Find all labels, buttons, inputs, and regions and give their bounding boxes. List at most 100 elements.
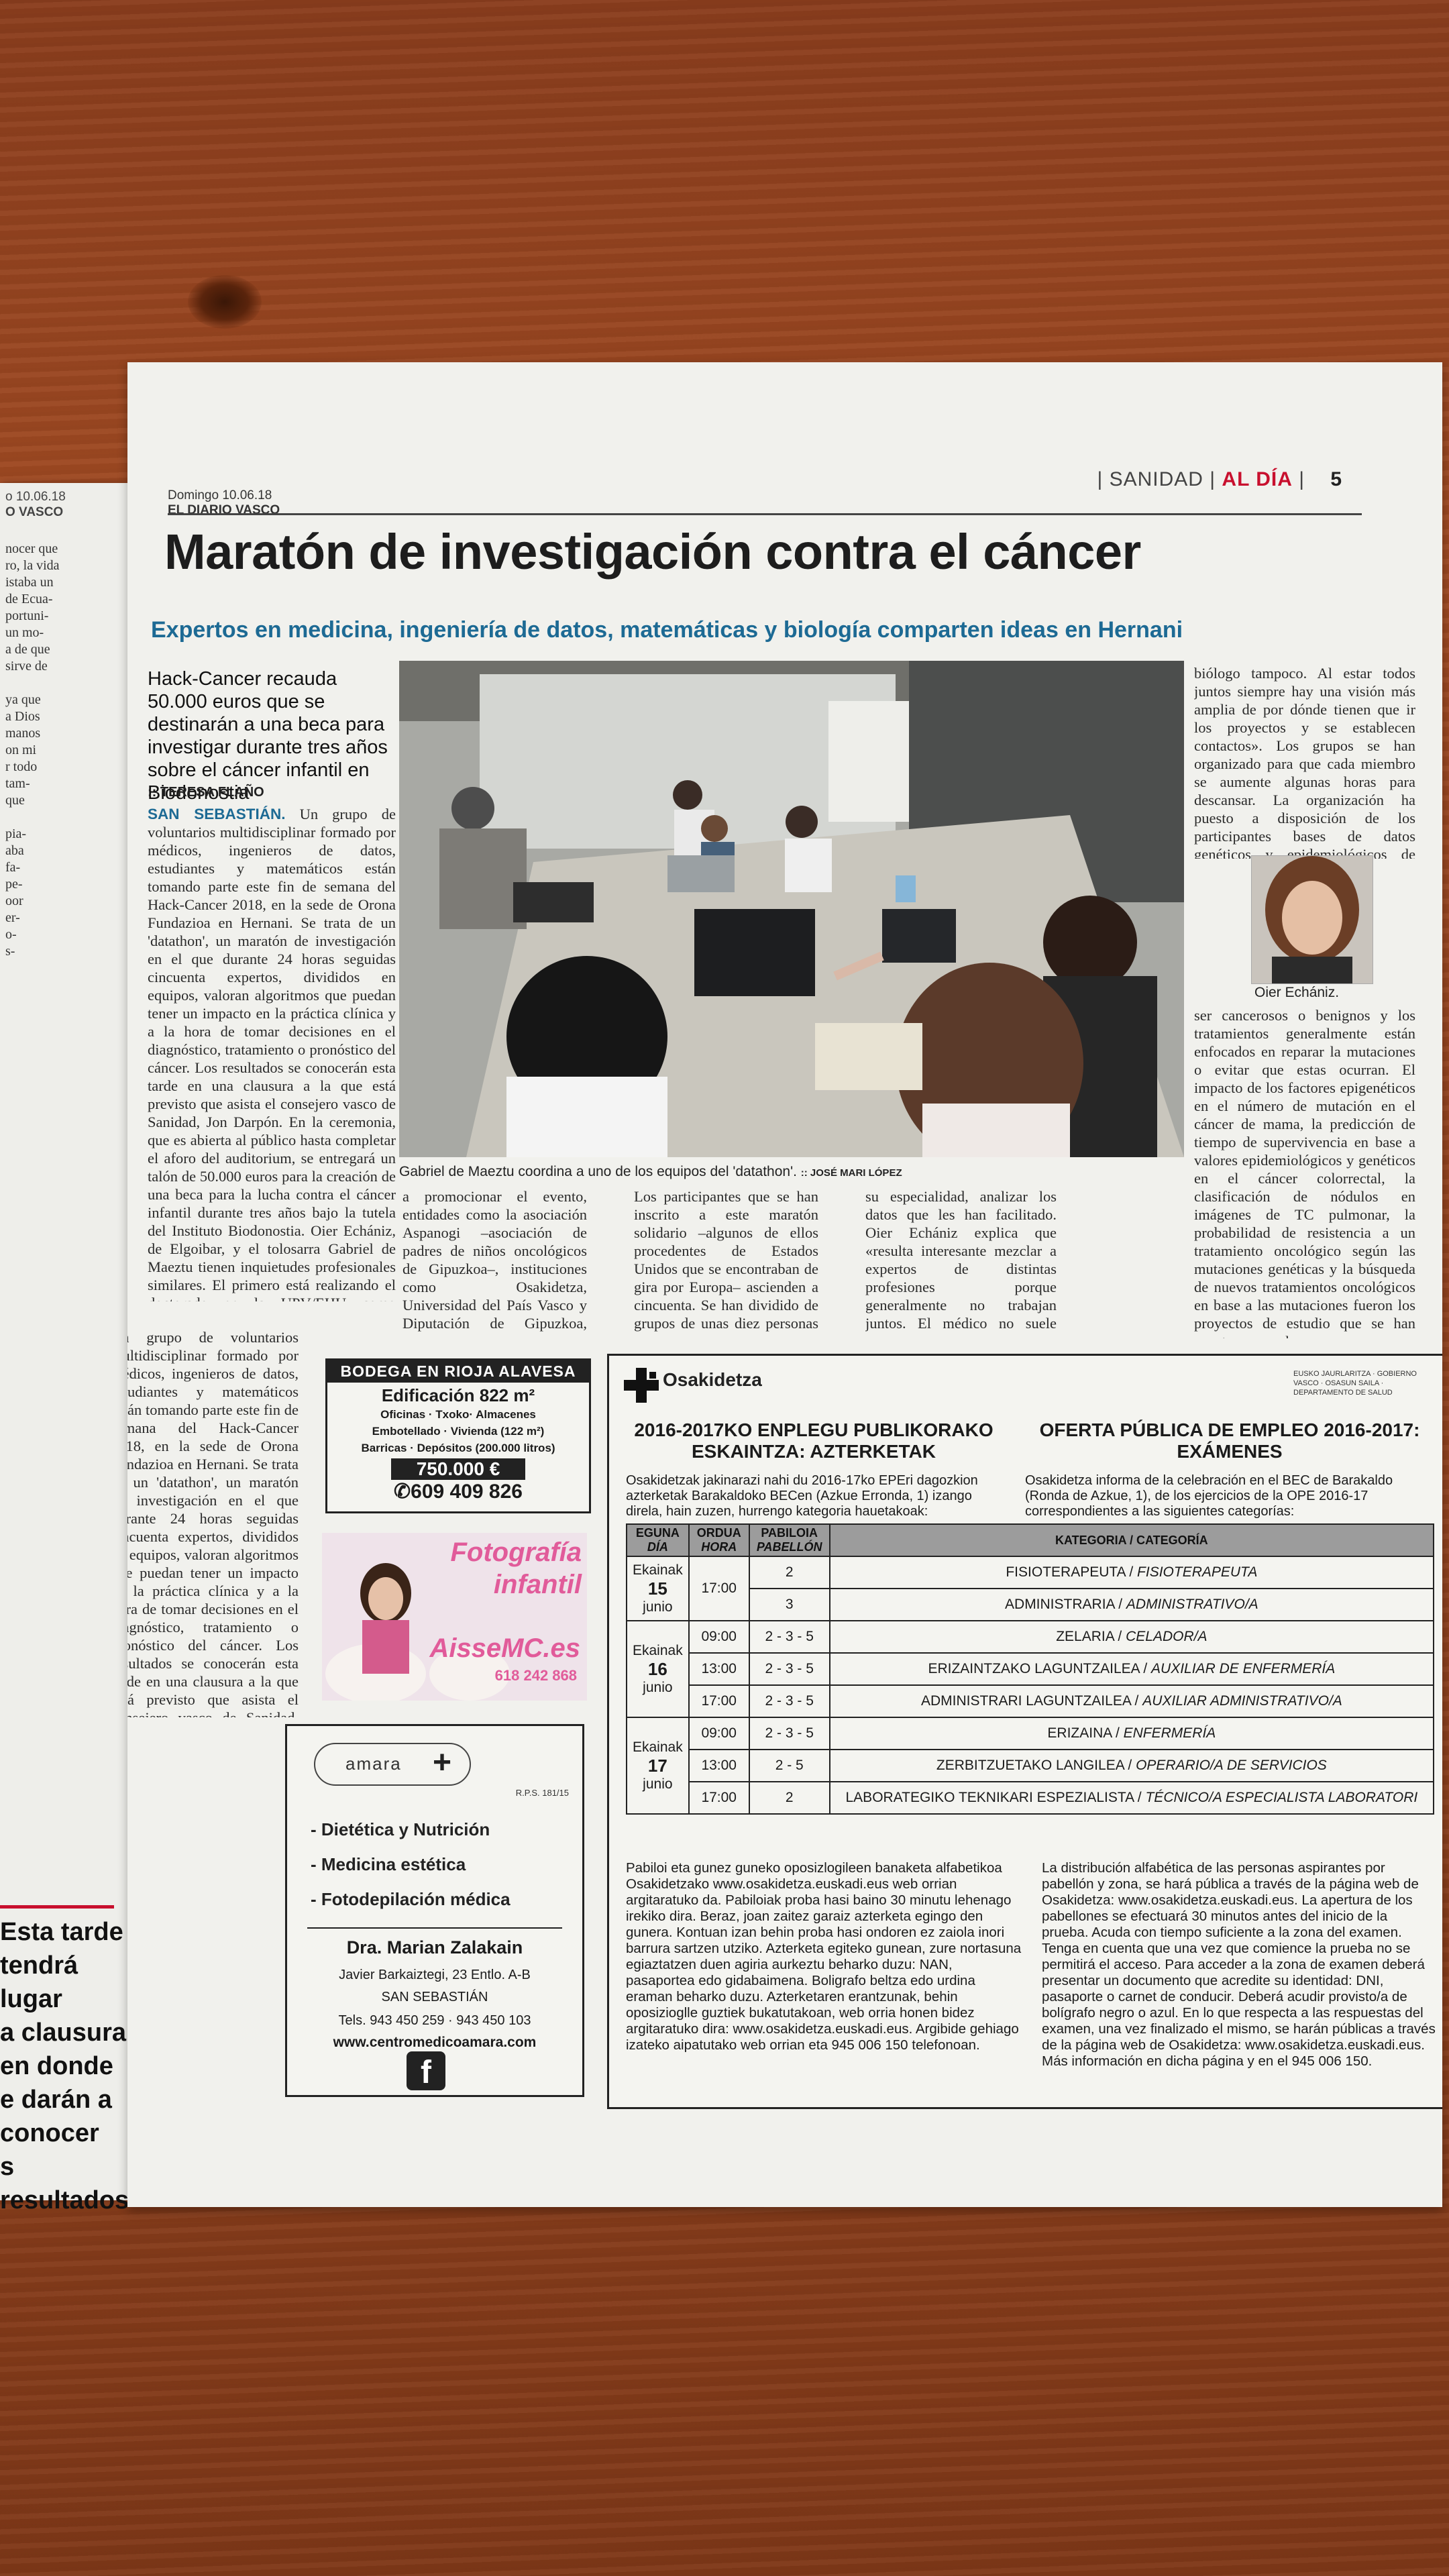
table-row: 17:00 2 - 3 - 5 ADMINISTRARI LAGUNTZAILEA …: [627, 1684, 1435, 1718]
article-photo: [399, 661, 1184, 1157]
day-num: 16: [647, 1658, 667, 1679]
amara-address: Javier Barkaiztegi, 23 Entlo. A-B: [339, 1968, 531, 1982]
amara-web: www.centromedicoamara.com: [333, 2035, 537, 2050]
th-hour-es: HORA: [701, 1540, 737, 1554]
th-pav-eu: PABILOIA: [761, 1526, 818, 1540]
ad-bodega: BODEGA EN RIOJA ALAVESA Edificación 822 …: [325, 1358, 591, 1513]
category-es: TÉCNICO/A ESPECIALISTA LABORATORI: [1145, 1790, 1418, 1805]
amara-services: - Dietética y Nutrición - Medicina estét…: [311, 1812, 511, 1917]
amara-service-item: - Dietética y Nutrición: [311, 1819, 490, 1839]
day-month: junio: [643, 1599, 673, 1615]
day-month: junio: [643, 1776, 673, 1792]
section-name: SANIDAD: [1109, 468, 1203, 490]
category-separator: /: [1133, 1790, 1146, 1805]
pavilion-cell: 2: [748, 1556, 830, 1589]
article-column-1-cont: Un grupo de voluntarios multidisciplinar…: [127, 1328, 299, 1717]
newspaper-page: Domingo 10.06.18 EL DIARIO VASCO | SANID…: [127, 362, 1442, 2207]
article-subhead: Expertos en medicina, ingeniería de dato…: [151, 617, 1183, 643]
caption-text: Gabriel de Maeztu coordina a uno de los …: [399, 1164, 797, 1179]
category-eu: ERIZAINA: [1047, 1725, 1112, 1741]
portrait-photo: [1251, 855, 1373, 984]
bodega-price: 750.000 €: [391, 1458, 525, 1480]
category-cell: ERIZAINTZAKO LAGUNTZAILEA / AUXILIAR DE …: [828, 1652, 1435, 1686]
category-cell: ADMINISTRARIA / ADMINISTRATIVO/A: [828, 1588, 1435, 1621]
th-pav-es: PABELLÓN: [756, 1540, 822, 1554]
article-column-3: Los participantes que se han inscrito a …: [634, 1187, 818, 1335]
schedule-body: Ekainak 15 junio 17:00 2 FISIOTERAPEUTA / FIS…: [626, 1556, 1435, 1815]
category-eu: FISIOTERAPEUTA: [1006, 1564, 1126, 1580]
article-col5a-text: biólogo tampoco. Al estar todos juntos s…: [1194, 665, 1415, 859]
category-cell: LABORATEGIKO TEKNIKARI ESPEZIALISTA / TÉ…: [828, 1781, 1435, 1815]
category-separator: /: [1139, 1661, 1152, 1676]
table-row: 17:00 2 LABORATEGIKO TEKNIKARI ESPEZIALIST…: [627, 1781, 1435, 1815]
category-es: AUXILIAR DE ENFERMERÍA: [1151, 1661, 1336, 1676]
day-cell: Ekainak 16 junio: [626, 1620, 690, 1718]
day-num: 17: [647, 1755, 667, 1776]
photo-credit: :: JOSÉ MARI LÓPEZ: [800, 1167, 902, 1179]
hour-cell: 09:00: [688, 1620, 750, 1654]
plus-icon: +: [433, 1745, 453, 1780]
bodega-line2: Embotellado · Vivienda (122 m²): [372, 1425, 545, 1438]
facebook-icon: f: [407, 2051, 445, 2090]
amara-city: SAN SEBASTIÁN: [381, 1990, 488, 2004]
amara-service-item: - Medicina estética: [311, 1854, 466, 1874]
pavilion-cell: 2 - 3 - 5: [748, 1652, 830, 1686]
category-separator: /: [1112, 1725, 1124, 1741]
category-eu: LABORATEGIKO TEKNIKARI ESPEZIALISTA: [845, 1790, 1134, 1805]
bodega-phone: ✆609 409 826: [327, 1480, 589, 1503]
portrait-caption: Oier Echániz.: [1254, 985, 1340, 1000]
pullquote-line: s resultados: [0, 2153, 127, 2214]
pavilion-cell: 2 - 5: [748, 1749, 830, 1782]
category-es: ADMINISTRATIVO/A: [1126, 1597, 1258, 1612]
bodega-line1: Oficinas · Txoko· Almacenes: [380, 1408, 536, 1421]
th-hour-eu: ORDUA: [696, 1526, 741, 1540]
hour-cell: 17:00: [688, 1556, 750, 1621]
osakidetza-footer-eu: Pabiloi eta gunez guneko oposizlogileen …: [626, 1860, 1022, 2053]
article-col2-text: a promocionar el evento, entidades como …: [402, 1188, 587, 1335]
category-separator: /: [1125, 1564, 1138, 1580]
pavilion-cell: 2 - 3 - 5: [748, 1620, 830, 1654]
byline-name: TERESA FLAÑO: [160, 785, 264, 800]
bodega-title: BODEGA EN RIOJA ALAVESA: [327, 1360, 589, 1383]
category-es: FISIOTERAPEUTA: [1137, 1564, 1258, 1580]
table-header-row: EGUNA DÍA ORDUA HORA PABILOIA PABELLÓN KATE…: [626, 1523, 1435, 1557]
th-category: KATEGORIA / CATEGORÍA: [828, 1523, 1435, 1557]
pavilion-cell: 3: [748, 1588, 830, 1621]
article-lead: Hack-Cancer recauda 50.000 euros que se …: [148, 668, 388, 804]
category-cell: FISIOTERAPEUTA / FISIOTERAPEUTA: [828, 1556, 1435, 1589]
amara-doctor: Dra. Marian Zalakain: [346, 1937, 523, 1957]
pavilion-cell: 2: [748, 1781, 830, 1815]
issue-date: Domingo 10.06.18: [168, 488, 272, 502]
foto-title1: Fotografía: [450, 1538, 582, 1567]
bodega-line3: Barricas · Depósitos (200.000 litros): [361, 1442, 555, 1454]
osakidetza-title-es: OFERTA PÚBLICA DE EMPLEO 2016-2017: EXÁM…: [1039, 1419, 1420, 1462]
exam-schedule-table: EGUNA DÍA ORDUA HORA PABILOIA PABELLÓN KATE…: [626, 1523, 1435, 1815]
day-cell: Ekainak 15 junio: [626, 1556, 690, 1621]
article-col1-cont-text: Un grupo de voluntarios multidisciplinar…: [127, 1329, 299, 1717]
article-city: SAN SEBASTIÁN.: [148, 806, 286, 822]
day-label: Ekainak: [633, 1739, 683, 1755]
th-hour: ORDUA HORA: [688, 1523, 750, 1557]
amara-logo: amara +: [314, 1743, 471, 1786]
pullquote-line: a clausura en donde: [0, 2019, 126, 2080]
amara-phones: Tels. 943 450 259 · 943 450 103: [338, 2013, 531, 2028]
day-label: Ekainak: [633, 1642, 683, 1658]
category-eu: ERIZAINTZAKO LAGUNTZAILEA: [928, 1661, 1140, 1676]
article-byline: :: TERESA FLAÑO: [148, 785, 264, 800]
foto-title: Fotografía infantil: [450, 1536, 582, 1601]
hour-cell: 17:00: [688, 1684, 750, 1718]
foto-title2: infantil: [493, 1570, 582, 1599]
osakidetza-footer-es: La distribución alfabética de las person…: [1042, 1860, 1436, 2069]
th-day: EGUNA DÍA: [626, 1523, 690, 1557]
article-col5b-text: ser cancerosos o benignos y los tratamie…: [1194, 1007, 1415, 1338]
pavilion-cell: 2 - 3 - 5: [748, 1684, 830, 1718]
article-column-4: su especialidad, analizar los datos que …: [865, 1187, 1057, 1335]
ad-fotografia: Fotografía infantil AisseMC.es 618 242 86…: [322, 1533, 587, 1701]
day-label: Ekainak: [633, 1562, 683, 1578]
ad-osakidetza: Osakidetza EUSKO JAURLARITZA · GOBIERNO …: [607, 1354, 1442, 2109]
section-sub: AL DÍA: [1222, 468, 1293, 490]
table-row: Ekainak 15 junio 17:00 2 FISIOTERAPEUTA / FIS…: [626, 1556, 1435, 1621]
amara-divider: [307, 1927, 562, 1929]
osakidetza-intro-es: Osakidetza informa de la celebración en …: [1025, 1473, 1393, 1519]
table-row: Ekainak 17 junio 09:00 2 - 3 - 5 ERIZAINA / E…: [626, 1717, 1435, 1815]
